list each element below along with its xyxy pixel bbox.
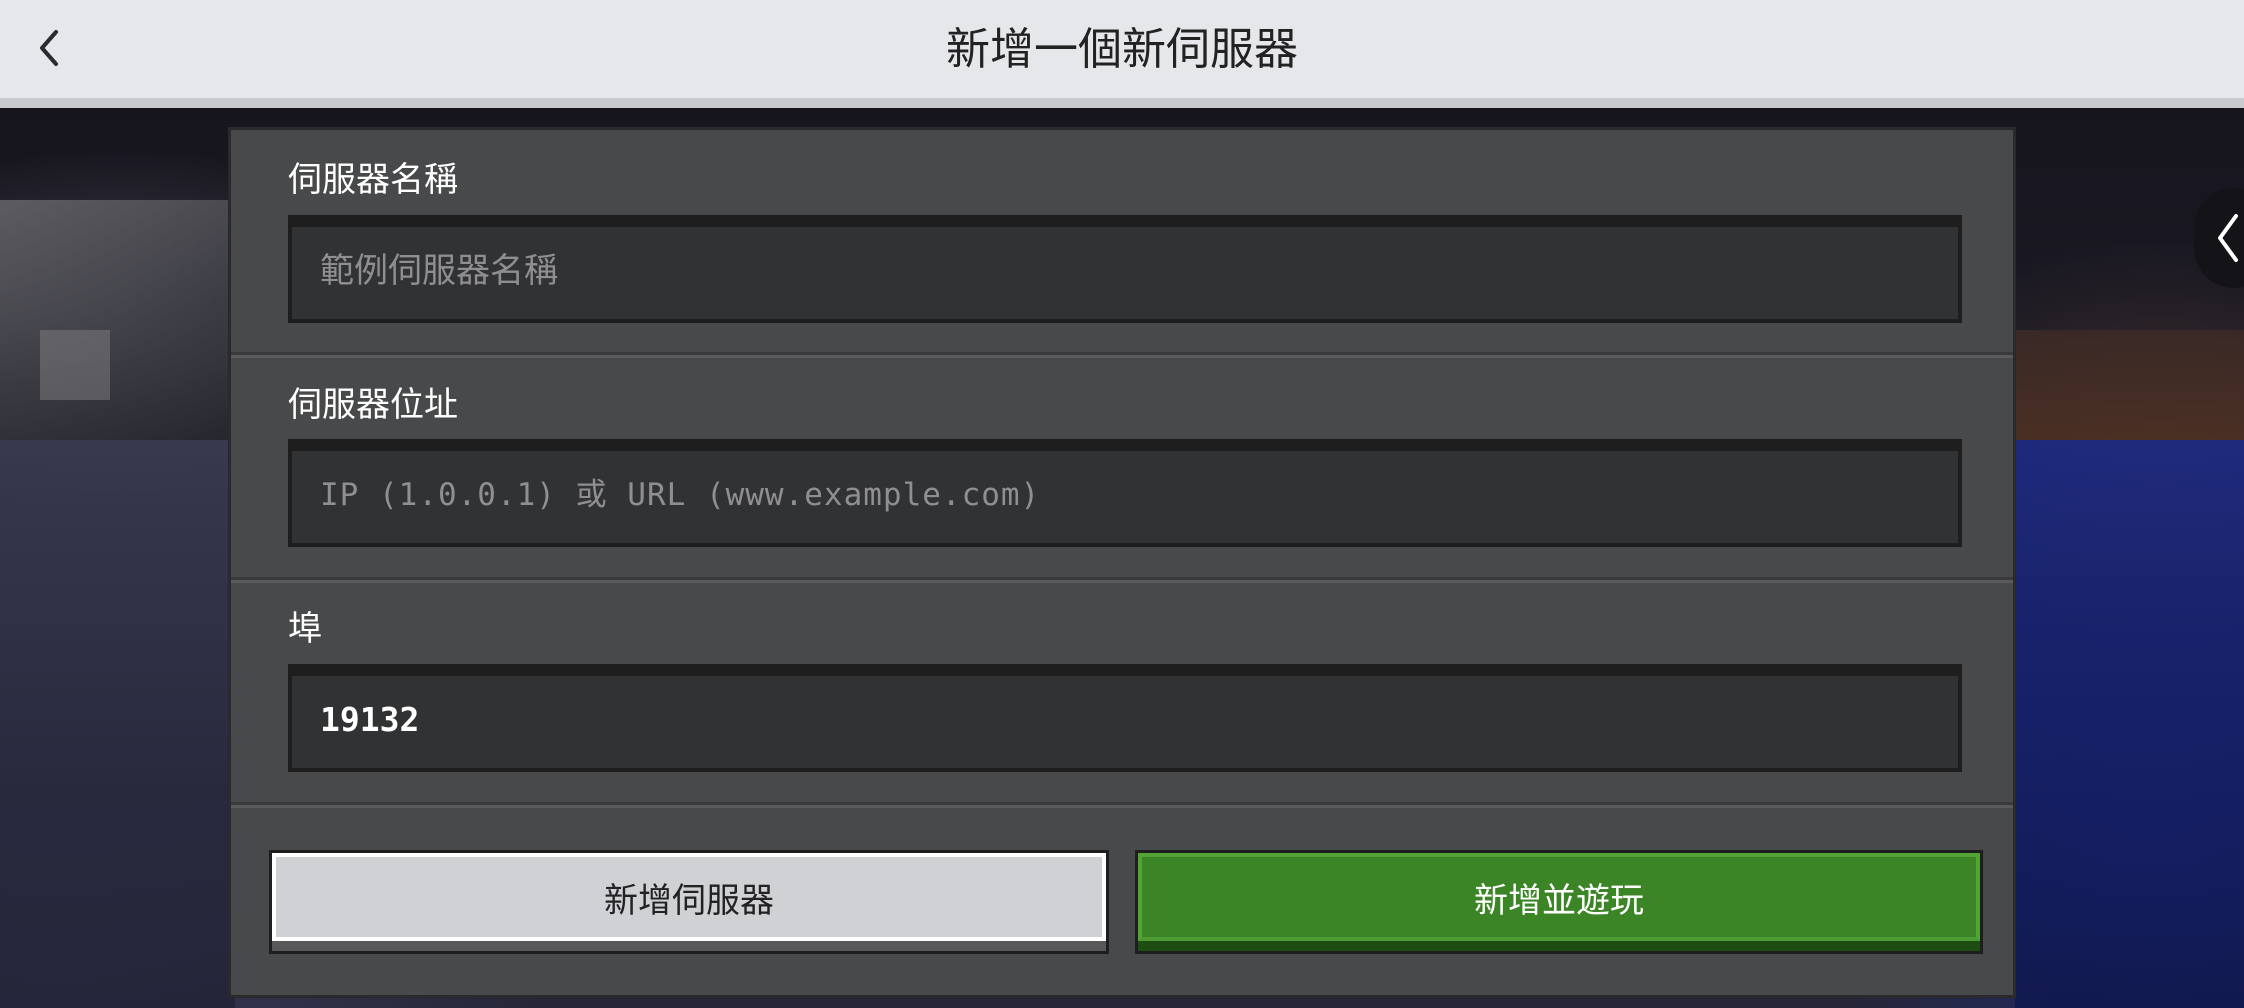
background-water xyxy=(2015,440,2244,1008)
port-input[interactable]: 19132 xyxy=(288,664,1962,772)
port-section: 埠 19132 xyxy=(231,583,2013,805)
server-address-placeholder: IP (1.0.0.1) 或 URL (www.example.com) xyxy=(320,477,1041,513)
add-server-dialog: 伺服器名稱 範例伺服器名稱 伺服器位址 IP (1.0.0.1) 或 URL (… xyxy=(228,127,2016,998)
screen: 新增一個新伺服器 伺服器名稱 範例伺服器名稱 伺服器位址 IP (1.0.0.1… xyxy=(0,0,2244,1008)
add-server-button-label: 新增伺服器 xyxy=(272,853,1106,941)
add-and-play-button[interactable]: 新增並遊玩 xyxy=(1135,850,1983,954)
server-name-label: 伺服器名稱 xyxy=(288,160,458,200)
server-name-section: 伺服器名稱 範例伺服器名稱 xyxy=(231,130,2013,355)
add-server-button[interactable]: 新增伺服器 xyxy=(269,850,1109,954)
chevron-left-icon xyxy=(2218,214,2238,262)
port-label: 埠 xyxy=(288,609,322,649)
server-address-input[interactable]: IP (1.0.0.1) 或 URL (www.example.com) xyxy=(288,439,1962,547)
page-title: 新增一個新伺服器 xyxy=(946,24,1298,75)
chevron-left-icon xyxy=(40,30,58,66)
port-value: 19132 xyxy=(320,700,420,739)
back-button[interactable] xyxy=(22,20,78,76)
server-address-label: 伺服器位址 xyxy=(288,385,458,425)
background-dirt xyxy=(2015,330,2244,440)
background-rock xyxy=(0,200,230,440)
background-stone xyxy=(40,330,110,400)
background-ground xyxy=(0,440,235,1008)
add-and-play-button-label: 新增並遊玩 xyxy=(1138,853,1980,941)
server-address-section: 伺服器位址 IP (1.0.0.1) 或 URL (www.example.co… xyxy=(231,358,2013,580)
header-bar: 新增一個新伺服器 xyxy=(0,0,2244,108)
server-name-placeholder: 範例伺服器名稱 xyxy=(320,251,558,291)
server-name-input[interactable]: 範例伺服器名稱 xyxy=(288,215,1962,323)
